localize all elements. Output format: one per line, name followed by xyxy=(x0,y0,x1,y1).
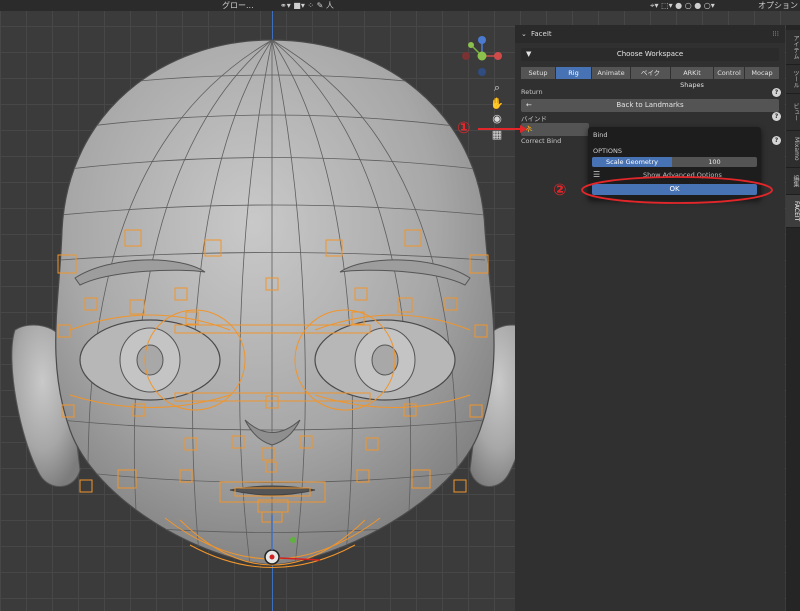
annotation-step-2: ② xyxy=(553,180,567,199)
annotation-overlay xyxy=(478,125,773,204)
annotation-step-1: ① xyxy=(457,118,471,137)
